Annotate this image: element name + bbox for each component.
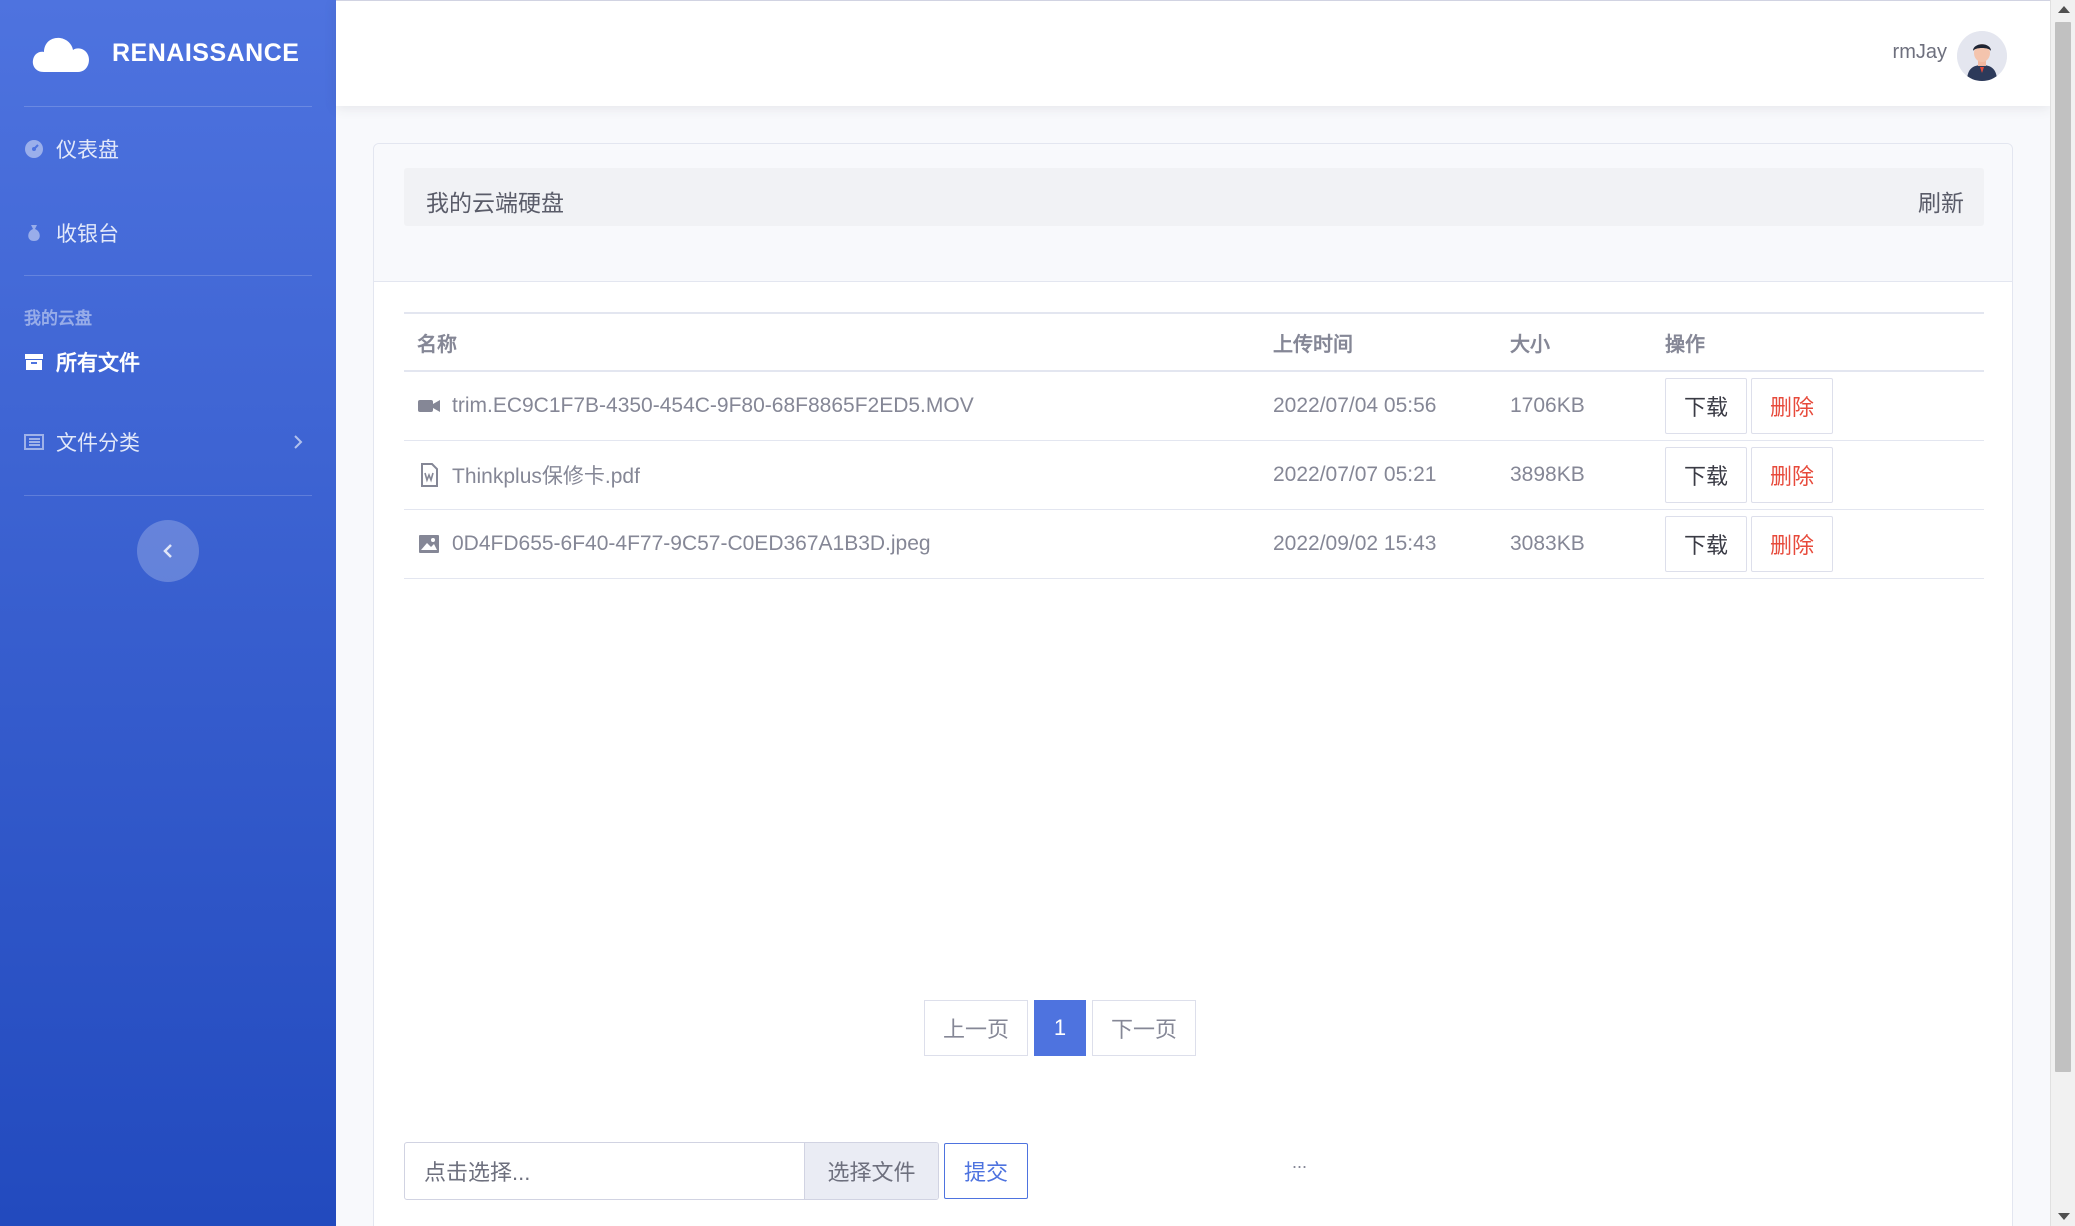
page-number-button[interactable]: 1 [1034,1000,1087,1056]
user-name[interactable]: rmJay [1893,41,1947,64]
sidebar-heading: 我的云盘 [24,309,92,328]
download-button[interactable]: 下载 [1665,378,1748,434]
word-file-icon [417,463,441,487]
file-name[interactable]: 0D4FD655-6F40-4F77-9C57-C0ED367A1B3D.jpe… [452,532,931,556]
column-header-actions: 操作 [1665,333,1705,356]
chevron-right-icon [294,435,303,449]
card-header: 我的云端硬盘 刷新 [374,144,2012,282]
file-input[interactable]: 点击选择... 选择文件 [404,1142,939,1200]
row-actions: 下载 删除 [1665,516,1984,572]
dashboard-icon [24,139,44,159]
archive-icon [24,352,44,372]
column-header-size[interactable]: 大小 [1510,328,1665,357]
scroll-down-arrow-icon[interactable] [2058,1213,2070,1220]
chevron-left-icon [163,544,172,558]
sidebar-item-label: 仪表盘 [56,139,119,162]
row-actions: 下载 删除 [1665,447,1984,503]
delete-button[interactable]: 删除 [1751,378,1834,434]
avatar[interactable] [1957,31,2007,81]
sidebar-item-all-files[interactable]: 所有文件 [0,337,336,387]
money-bag-icon [24,223,44,243]
sidebar-toggle-button[interactable] [137,520,199,582]
upload-time: 2022/09/02 15:43 [1273,532,1437,555]
file-name[interactable]: trim.EC9C1F7B-4350-454C-9F80-68F8865F2ED… [452,394,974,418]
next-page-button[interactable]: 下一页 [1092,1000,1197,1056]
sidebar-divider [24,495,312,496]
download-button[interactable]: 下载 [1665,447,1748,503]
sidebar-item-label: 文件分类 [56,432,140,455]
table-row: Thinkplus保修卡.pdf 2022/07/07 05:21 3898KB… [404,441,1984,510]
table-row: trim.EC9C1F7B-4350-454C-9F80-68F8865F2ED… [404,372,1984,441]
choose-file-button[interactable]: 选择文件 [804,1143,938,1199]
card-header-bar: 我的云端硬盘 刷新 [404,168,1984,226]
page-title: 我的云端硬盘 [426,190,564,216]
file-name-cell: 0D4FD655-6F40-4F77-9C57-C0ED367A1B3D.jpe… [404,532,1273,556]
topbar: rmJay [336,0,2050,106]
file-name-cell: trim.EC9C1F7B-4350-454C-9F80-68F8865F2ED… [404,394,1273,418]
upload-time: 2022/07/04 05:56 [1273,394,1437,417]
file-card: 我的云端硬盘 刷新 名称 上传时间 大小 操作 trim.EC9C1F7B-43… [373,143,2013,1226]
avatar-image [1957,31,2007,81]
column-header-name[interactable]: 名称 [404,328,1273,357]
upload-form: 点击选择... 选择文件 提交 [404,1142,1029,1200]
pagination: 上一页 1 下一页 [924,1000,1202,1056]
list-icon [24,432,44,452]
file-name-cell: Thinkplus保修卡.pdf [404,460,1273,490]
submit-button[interactable]: 提交 [944,1143,1029,1199]
file-size: 3083KB [1510,532,1585,555]
file-input-placeholder: 点击选择... [424,1160,531,1185]
image-icon [417,532,441,556]
table-row: 0D4FD655-6F40-4F77-9C57-C0ED367A1B3D.jpe… [404,510,1984,579]
delete-button[interactable]: 删除 [1751,447,1834,503]
row-actions: 下载 删除 [1665,378,1984,434]
file-name[interactable]: Thinkplus保修卡.pdf [452,460,640,490]
page-scrollbar[interactable] [2050,0,2075,1226]
table-header: 名称 上传时间 大小 操作 [404,314,1984,372]
prev-page-button[interactable]: 上一页 [924,1000,1029,1056]
sidebar-item-dashboard[interactable]: 仪表盘 [0,107,336,191]
files-table: 名称 上传时间 大小 操作 trim.EC9C1F7B-4350-454C-9F… [404,312,1984,579]
upload-status: ... [1292,1152,1308,1172]
column-header-time[interactable]: 上传时间 [1273,328,1510,357]
delete-button[interactable]: 删除 [1751,516,1834,572]
refresh-button[interactable]: 刷新 [1918,184,1964,218]
sidebar-item-checkout[interactable]: 收银台 [0,191,336,275]
brand[interactable]: RENAISSANCE [0,0,336,106]
sidebar: RENAISSANCE 仪表盘 收银台 我的云盘 所有文件 文件分类 [0,0,336,1226]
upload-time: 2022/07/07 05:21 [1273,463,1437,486]
sidebar-item-label: 收银台 [56,223,119,246]
sidebar-item-label: 所有文件 [56,352,140,375]
sidebar-item-file-categories[interactable]: 文件分类 [0,387,336,497]
video-icon [417,394,441,418]
file-size: 1706KB [1510,394,1585,417]
download-button[interactable]: 下载 [1665,516,1748,572]
scroll-thumb[interactable] [2055,22,2071,1072]
scroll-up-arrow-icon[interactable] [2058,6,2070,13]
cloud-logo-icon [32,37,89,72]
file-size: 3898KB [1510,463,1585,486]
brand-name: RENAISSANCE [112,38,300,67]
